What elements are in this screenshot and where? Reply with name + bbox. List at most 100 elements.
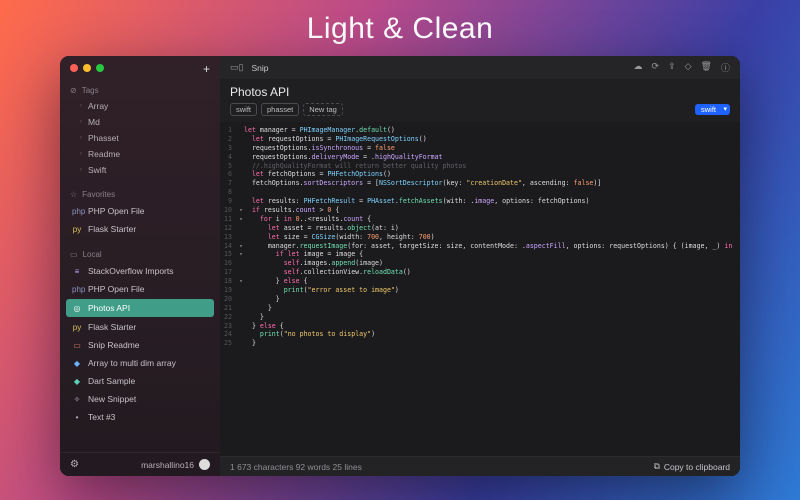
cloud-icon[interactable]: ☁ [634,61,643,74]
lang-icon: py [72,323,82,332]
topbar: ▭▯ Snip ☁ ⟳ ⇪ ◇ 🗑 ⓘ [220,56,740,79]
local-item[interactable]: php PHP Open File [60,280,220,298]
lang-icon: ◎ [72,304,82,313]
local-item[interactable]: py Flask Starter [60,318,220,336]
tag-label: Array [88,101,108,111]
item-label: PHP Open File [88,284,145,294]
language-select[interactable]: swift [695,104,730,115]
gear-icon[interactable]: ⚙ [70,459,79,470]
item-label: Photos API [88,303,130,313]
item-label: PHP Open File [88,206,145,216]
tag-chip[interactable]: swift [230,103,257,116]
tags-row: swift phasset New tag swift [220,103,740,122]
code-line: 9 let results: PHFetchResult = PHAsset.f… [220,197,740,206]
hero-title: Light & Clean [307,12,494,46]
tag-label: Swift [88,165,106,175]
tag-item[interactable]: › Md [60,114,220,130]
section-label: Favorites [82,190,115,199]
local-item[interactable]: ◆Array to multi dim array [60,354,220,372]
lang-icon: php [72,285,82,294]
statusbar: 1 673 characters 92 words 25 lines ⧉ Cop… [220,456,740,476]
lang-icon: ≡ [72,267,82,276]
code-line: 14▾ manager.requestImage(for: asset, tar… [220,242,740,251]
lang-icon: ✧ [72,395,82,404]
code-line: 1 let manager = PHImageManager.default() [220,126,740,135]
local-icon: ▭ [70,250,78,259]
tag-item[interactable]: ›Phasset [60,130,220,146]
chevron-right-icon: › [80,119,82,125]
code-line: 12 let asset = results.object(at: i) [220,224,740,233]
local-item[interactable]: ✧New Snippet [60,390,220,408]
snippet-title[interactable]: Photos API [230,85,730,99]
code-line: 21 } [220,304,740,313]
add-button[interactable]: + [203,62,210,76]
lang-icon: • [72,413,82,422]
code-line: 25 } [220,339,740,348]
maximize-icon[interactable] [96,64,104,72]
code-line: 4 requestOptions.deliveryMode = .highQua… [220,153,740,162]
code-line: 15▾ if let image = image { [220,250,740,259]
code-line: 20 } [220,295,740,304]
section-favorites[interactable]: ☆ Favorites [60,184,220,202]
item-label: StackOverflow Imports [88,266,174,276]
lang-icon: php [72,207,82,216]
tag-label: Readme [88,149,120,159]
section-tags[interactable]: ⊘ Tags [60,80,220,98]
item-label: Dart Sample [88,376,135,386]
code-line: 16 self.images.append(image) [220,259,740,268]
local-item[interactable]: ▭ Snip Readme [60,336,220,354]
username: marshallino16 [141,460,194,470]
lang-icon: ▭ [72,341,82,350]
item-label: Flask Starter [88,224,136,234]
avatar [199,459,210,470]
local-item[interactable]: ◆ Dart Sample [60,372,220,390]
export-icon[interactable]: ⇪ [668,61,676,74]
item-label: Flask Starter [88,322,136,332]
stats-text: 1 673 characters 92 words 25 lines [230,462,362,472]
favorite-item[interactable]: php PHP Open File [60,202,220,220]
sidebar-footer: ⚙ marshallino16 [60,452,220,476]
item-label: Array to multi dim array [88,358,176,368]
close-icon[interactable] [70,64,78,72]
code-line: 17 self.collectionView.reloadData() [220,268,740,277]
chevron-right-icon: › [80,135,82,141]
library-icon[interactable]: ▭▯ [230,62,243,73]
new-tag-chip[interactable]: New tag [303,103,343,116]
user-chip[interactable]: marshallino16 [141,459,210,470]
code-line: 6 let fetchOptions = PHFetchOptions() [220,170,740,179]
code-line: 13 let size = CGSize(width: 700, height:… [220,233,740,242]
copy-button[interactable]: ⧉ Copy to clipboard [654,461,730,472]
code-line: 8 [220,188,740,197]
app-name: Snip [251,63,268,73]
minimize-icon[interactable] [83,64,91,72]
code-line: 18▾ } else { [220,277,740,286]
tag-item[interactable]: › Readme [60,146,220,162]
tag-chip[interactable]: phasset [261,103,299,116]
lang-icon: ◆ [72,377,82,386]
code-line: 7 fetchOptions.sortDescriptors = [NSSort… [220,179,740,188]
item-label: Snip Readme [88,340,140,350]
window-controls [60,56,220,80]
bookmark-icon[interactable]: ◇ [685,61,692,74]
copy-label: Copy to clipboard [664,462,730,472]
section-local[interactable]: ▭ Local [60,244,220,262]
tag-item[interactable]: › Array [60,98,220,114]
chevron-right-icon: › [80,167,82,173]
code-editor[interactable]: 1 let manager = PHImageManager.default()… [220,122,740,456]
tag-label: Md [88,117,100,127]
local-item[interactable]: ≡ StackOverflow Imports [60,262,220,280]
info-icon[interactable]: ⓘ [721,61,730,74]
chevron-right-icon: › [80,103,82,109]
section-label: Tags [82,86,99,95]
tag-item[interactable]: › Swift [60,162,220,178]
favorite-item[interactable]: pyFlask Starter [60,220,220,238]
code-line: 24 print("no photos to display") [220,330,740,339]
tags-icon: ⊘ [70,86,77,95]
chevron-right-icon: › [80,151,82,157]
code-line: 2 let requestOptions = PHImageRequestOpt… [220,135,740,144]
code-line: 22 } [220,313,740,322]
local-item[interactable]: •Text #3 [60,408,220,426]
sync-icon[interactable]: ⟳ [652,61,660,74]
trash-icon[interactable]: 🗑 [701,61,712,74]
local-item[interactable]: ◎ Photos API [66,299,214,317]
